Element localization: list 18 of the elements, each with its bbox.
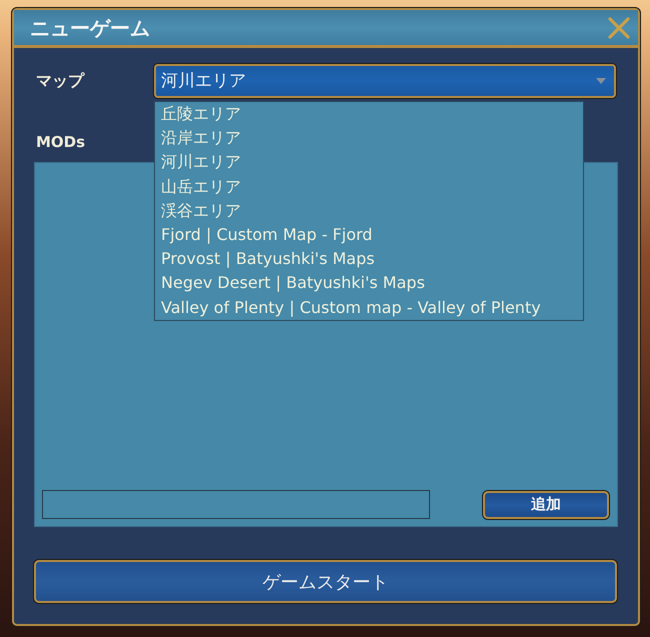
- dropdown-option[interactable]: Valley of Plenty | Custom map - Valley of Plenty: [161, 296, 541, 320]
- window-title: ニューゲーム: [30, 16, 150, 40]
- dropdown-option[interactable]: 河川エリア: [161, 150, 241, 175]
- add-button[interactable]: 追加: [483, 490, 609, 518]
- mods-label: MODs: [35, 133, 86, 151]
- dropdown-option[interactable]: Fjord | Custom Map - Fjord: [161, 222, 372, 248]
- dropdown-option[interactable]: 山岳エリア: [161, 174, 241, 199]
- dropdown-option[interactable]: 丘陵エリア: [161, 102, 241, 126]
- dropdown-option[interactable]: Provost | Batyushki's Maps: [161, 247, 375, 272]
- map-label: マップ: [35, 72, 86, 90]
- close-icon[interactable]: [608, 16, 630, 38]
- dropdown-option[interactable]: 渓谷エリア: [161, 198, 241, 223]
- start-game-button[interactable]: ゲームスタート: [34, 560, 617, 603]
- map-dropdown[interactable]: 河川エリア: [154, 64, 616, 98]
- dropdown-option[interactable]: Negev Desert | Batyushki's Maps: [161, 271, 425, 296]
- input-field[interactable]: [42, 490, 430, 519]
- caret-icon: [596, 78, 606, 84]
- dropdown-option[interactable]: 沿岸エリア: [161, 126, 241, 150]
